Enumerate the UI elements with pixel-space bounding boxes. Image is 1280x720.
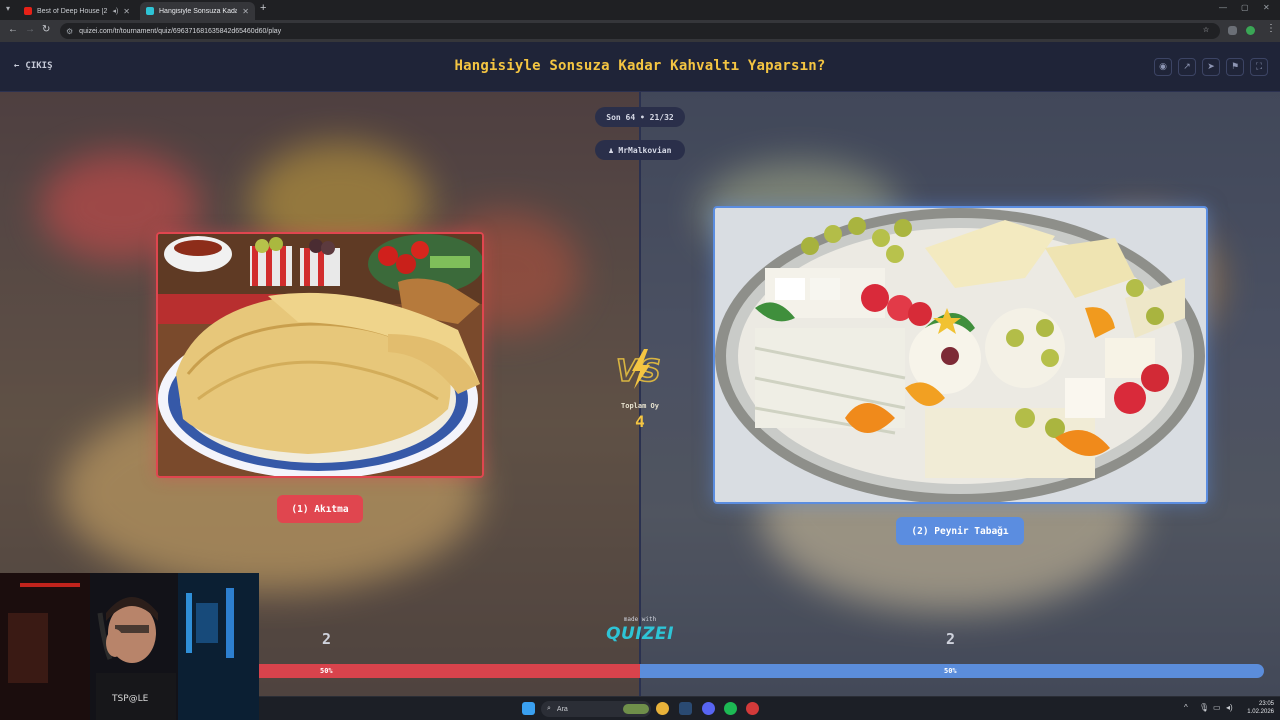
share-icon[interactable]: ↗ — [1178, 58, 1196, 76]
option-1-button[interactable]: (1) Akıtma — [277, 495, 363, 523]
taskbar-search[interactable]: ⌕ Ara — [541, 701, 651, 717]
streamer-webcam-image: TSP@LE — [0, 573, 259, 720]
option-2-button[interactable]: (2) Peynir Tabağı — [896, 517, 1024, 545]
header-actions: ◉ ↗ ➤ ⚑ ⛶ — [1154, 58, 1268, 76]
search-icon: ⌕ — [547, 705, 551, 712]
extension-icon[interactable] — [1228, 26, 1237, 35]
forward-icon[interactable]: → — [25, 24, 35, 35]
versus-icon: VS — [615, 349, 662, 390]
quiz-header: ← ÇIKIŞ Hangisiyle Sonsuza Kadar Kahvalt… — [0, 42, 1280, 92]
microphone-icon[interactable]: 🎙 — [1199, 703, 1209, 712]
steam-app-icon[interactable] — [679, 702, 692, 715]
system-clock[interactable]: 23:05 1.02.2026 — [1240, 700, 1274, 716]
obs-app-icon[interactable] — [746, 702, 759, 715]
close-tab-icon[interactable]: ✕ — [123, 7, 130, 16]
browser-menu-icon[interactable]: ⋮ — [1266, 23, 1276, 34]
author-badge[interactable]: ♟ MrMalkovian — [595, 140, 685, 160]
tab-title: Best of Deep House [2025] — [37, 7, 108, 15]
volume-icon[interactable]: ◂) — [1226, 703, 1233, 712]
browser-tab-2[interactable]: Hangisiyle Sonsuza Kadar Kahv ✕ — [140, 2, 255, 20]
total-votes-value: 4 — [635, 412, 645, 431]
option-2-percent: 50% — [944, 667, 957, 675]
option-1-percent: 50% — [320, 667, 333, 675]
round-badge: Son 64 • 21/32 — [595, 107, 685, 127]
bookmark-star-icon[interactable]: ☆ — [1203, 24, 1209, 35]
flag-icon[interactable]: ⚑ — [1226, 58, 1244, 76]
tab-search-icon[interactable]: ▾ — [6, 4, 10, 13]
search-highlight-icon — [623, 704, 649, 714]
url-text: quizei.com/tr/tournament/quiz/6963716816… — [79, 27, 282, 35]
discord-app-icon[interactable] — [702, 702, 715, 715]
svg-text:TSP@LE: TSP@LE — [111, 694, 149, 704]
option-2-vote-bar: 50% — [640, 664, 1264, 678]
spotify-app-icon[interactable] — [724, 702, 737, 715]
browser-tab-1[interactable]: Best of Deep House [2025] ◂) ✕ — [18, 2, 136, 20]
new-tab-button[interactable]: + — [260, 2, 266, 14]
address-bar[interactable]: ⚙ quizei.com/tr/tournament/quiz/69637168… — [60, 23, 1220, 39]
close-tab-icon[interactable]: ✕ — [242, 7, 249, 16]
fullscreen-icon[interactable]: ⛶ — [1250, 58, 1268, 76]
author-name: MrMalkovian — [618, 145, 672, 155]
center-divider — [639, 92, 641, 696]
option-1-vote-bar: 50% — [258, 664, 640, 678]
clock-time: 23:05 — [1258, 701, 1274, 707]
profile-avatar-icon[interactable] — [1246, 26, 1255, 35]
windows-start-icon[interactable] — [522, 702, 535, 715]
quiz-title: Hangisiyle Sonsuza Kadar Kahvaltı Yapars… — [454, 58, 826, 74]
maximize-icon[interactable]: ▢ — [1241, 3, 1249, 12]
quizei-logo[interactable]: QUIZEI — [600, 624, 680, 644]
eye-icon[interactable]: ◉ — [1154, 58, 1172, 76]
browser-tab-strip: ▾ Best of Deep House [2025] ◂) ✕ Hangisi… — [0, 0, 1280, 20]
network-icon[interactable]: ▭ — [1213, 703, 1221, 712]
minimize-icon[interactable]: — — [1219, 3, 1227, 12]
chrome-app-icon[interactable] — [656, 702, 669, 715]
tab-title: Hangisiyle Sonsuza Kadar Kahv — [159, 7, 238, 15]
speaker-icon[interactable]: ◂) — [112, 7, 118, 15]
reload-icon[interactable]: ↻ — [42, 24, 50, 35]
send-icon[interactable]: ➤ — [1202, 58, 1220, 76]
back-icon[interactable]: ← — [8, 24, 18, 35]
akitma-image — [158, 234, 482, 476]
total-votes-label: Toplam Oy — [621, 402, 659, 410]
clock-date: 1.02.2026 — [1247, 709, 1274, 715]
tray-chevron-icon[interactable]: ^ — [1184, 703, 1188, 712]
option-2-vote-count: 2 — [946, 630, 956, 648]
made-with-label: made with — [623, 616, 657, 623]
close-window-icon[interactable]: ✕ — [1263, 3, 1270, 12]
user-icon: ♟ — [608, 145, 614, 155]
browser-toolbar: ← → ↻ ⚙ quizei.com/tr/tournament/quiz/69… — [0, 20, 1280, 42]
youtube-favicon-icon — [24, 7, 32, 15]
option-1-card[interactable] — [156, 232, 484, 478]
option-1-vote-count: 2 — [322, 630, 332, 648]
site-info-icon[interactable]: ⚙ — [66, 27, 73, 36]
peynir-tabagi-image — [715, 208, 1206, 502]
quizei-favicon-icon — [146, 7, 154, 15]
webcam-overlay: TSP@LE — [0, 573, 259, 720]
option-2-card[interactable] — [713, 206, 1208, 504]
taskbar-search-placeholder: Ara — [556, 705, 568, 713]
